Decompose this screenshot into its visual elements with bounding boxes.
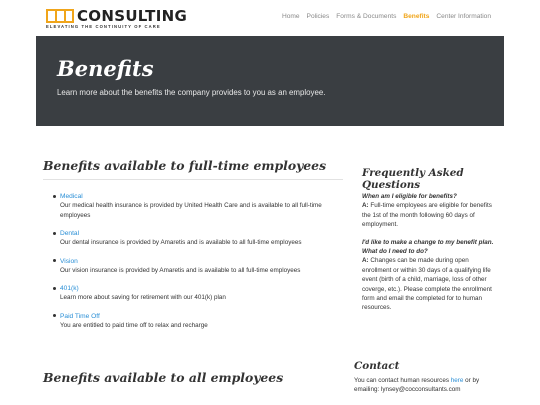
list-item: Vision Our vision insurance is provided … bbox=[53, 257, 343, 276]
answer-text: Full-time employees are eligible for ben… bbox=[362, 202, 492, 229]
faq-answer: A: Full-time employees are eligible for … bbox=[362, 201, 494, 229]
list-item: 401(k) Learn more about saving for retir… bbox=[53, 284, 343, 303]
hero-banner: Benefits Learn more about the benefits t… bbox=[36, 36, 504, 126]
contact-here-link[interactable]: here bbox=[451, 377, 464, 384]
answer-text: Changes can be made during open enrollme… bbox=[362, 257, 492, 312]
list-item: Paid Time Off You are entitled to paid t… bbox=[53, 312, 343, 331]
main-nav: Home Policies Forms & Documents Benefits… bbox=[275, 13, 491, 20]
nav-policies[interactable]: Policies bbox=[307, 13, 330, 20]
benefit-link-401k[interactable]: 401(k) bbox=[60, 284, 343, 293]
benefit-link-vision[interactable]: Vision bbox=[60, 257, 343, 266]
fulltime-benefits-heading: Benefits available to full-time employee… bbox=[43, 158, 343, 180]
benefit-description: You are entitled to paid time off to rel… bbox=[60, 321, 208, 329]
answer-prefix: A: bbox=[362, 202, 369, 210]
all-employees-benefits-heading: Benefits available to all employees bbox=[43, 370, 284, 385]
page-title: Benefits bbox=[57, 56, 154, 81]
benefit-description: Our vision insurance is provided by Amar… bbox=[60, 266, 301, 274]
faq-sidebar: Frequently Asked Questions When am I eli… bbox=[362, 167, 494, 321]
faq-question: I'd like to make a change to my benefit … bbox=[362, 238, 494, 256]
contact-section: Contact You can contact human resources … bbox=[354, 360, 504, 395]
nav-forms-documents[interactable]: Forms & Documents bbox=[336, 13, 396, 20]
nav-benefits[interactable]: Benefits bbox=[403, 13, 429, 20]
nav-home[interactable]: Home bbox=[282, 13, 300, 20]
benefit-link-dental[interactable]: Dental bbox=[60, 229, 343, 238]
benefit-link-medical[interactable]: Medical bbox=[60, 192, 343, 201]
faq-heading: Frequently Asked Questions bbox=[362, 167, 464, 191]
site-header: CONSULTING ELEVATING THE CONTINUITY OF C… bbox=[0, 0, 540, 36]
benefit-description: Our medical health insurance is provided… bbox=[60, 202, 322, 219]
faq-answer: A: Changes can be made during open enrol… bbox=[362, 256, 494, 312]
fulltime-benefits-list: Medical Our medical health insurance is … bbox=[43, 192, 343, 331]
list-item: Medical Our medical health insurance is … bbox=[53, 192, 343, 220]
logo-mark-icon bbox=[46, 9, 76, 23]
faq-question: When am I eligible for benefits? bbox=[362, 193, 457, 200]
benefit-description: Our dental insurance is provided by Amar… bbox=[60, 239, 302, 247]
list-item: Dental Our dental insurance is provided … bbox=[53, 229, 343, 248]
benefit-link-paid-time-off[interactable]: Paid Time Off bbox=[60, 312, 343, 321]
page-subtitle: Learn more about the benefits the compan… bbox=[57, 88, 326, 97]
main-content: Benefits available to full-time employee… bbox=[43, 158, 343, 385]
contact-text-before: You can contact human resources bbox=[354, 377, 449, 384]
logo-tagline: ELEVATING THE CONTINUITY OF CARE bbox=[46, 24, 161, 29]
logo-text: CONSULTING bbox=[77, 7, 188, 25]
benefit-description: Learn more about saving for retirement w… bbox=[60, 294, 226, 302]
answer-prefix: A: bbox=[362, 257, 369, 265]
contact-text: You can contact human resources here or … bbox=[354, 376, 504, 395]
contact-heading: Contact bbox=[354, 360, 400, 372]
nav-center-information[interactable]: Center Information bbox=[436, 13, 491, 20]
